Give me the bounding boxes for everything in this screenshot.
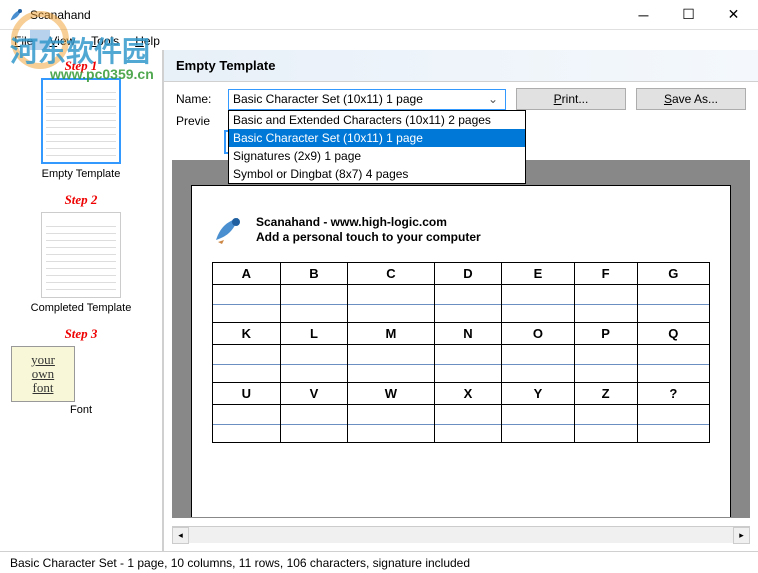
dropdown-option-3[interactable]: Symbol or Dingbat (8x7) 4 pages [229, 165, 525, 183]
menu-help[interactable]: Help [127, 32, 168, 48]
step3-thumbnail: your own font [11, 346, 75, 402]
menu-view[interactable]: View [41, 32, 83, 48]
dropdown-option-2[interactable]: Signatures (2x9) 1 page [229, 147, 525, 165]
menu-file[interactable]: File [6, 32, 41, 48]
step3-title: Step 3 [11, 326, 151, 342]
save-as-button[interactable]: Save As... [636, 88, 746, 110]
template-title: Scanahand - www.high-logic.com Add a per… [256, 215, 481, 245]
preview-area: Scanahand - www.high-logic.com Add a per… [172, 160, 750, 518]
name-dropdown-value: Basic Character Set (10x11) 1 page [233, 92, 423, 106]
scanahand-logo-icon [212, 214, 244, 246]
step2-title: Step 2 [11, 192, 151, 208]
step1-title: Step 1 [11, 58, 151, 74]
print-button[interactable]: Print... [516, 88, 626, 110]
maximize-button[interactable]: ☐ [666, 0, 711, 29]
table-row [213, 345, 710, 383]
titlebar: Scanahand ─ ☐ ✕ [0, 0, 758, 30]
step3-item[interactable]: Step 3 your own font Font [11, 326, 151, 416]
chevron-down-icon: ⌄ [485, 90, 501, 108]
step2-item[interactable]: Step 2 Completed Template [11, 192, 151, 314]
name-label: Name: [176, 92, 222, 106]
preview-label: Previe [176, 114, 210, 128]
dropdown-option-0[interactable]: Basic and Extended Characters (10x11) 2 … [229, 111, 525, 129]
dropdown-option-1[interactable]: Basic Character Set (10x11) 1 page [229, 129, 525, 147]
titlebar-title: Scanahand [30, 8, 621, 22]
statusbar: Basic Character Set - 1 page, 10 columns… [0, 551, 758, 573]
scroll-right-icon[interactable]: ▸ [733, 527, 750, 544]
char-grid: ABCDEFG KLMNOPQ UVWXYZ? [212, 262, 710, 443]
step1-item[interactable]: Step 1 Empty Template [11, 58, 151, 180]
minimize-button[interactable]: ─ [621, 0, 666, 29]
step1-thumbnail [41, 78, 121, 164]
close-button[interactable]: ✕ [711, 0, 756, 29]
scroll-left-icon[interactable]: ◂ [172, 527, 189, 544]
template-page: Scanahand - www.high-logic.com Add a per… [191, 185, 731, 517]
step3-label: Font [11, 404, 151, 416]
table-row: KLMNOPQ [213, 323, 710, 345]
sidebar: Step 1 Empty Template Step 2 Completed T… [0, 50, 163, 551]
app-icon [8, 7, 24, 23]
step1-label: Empty Template [11, 168, 151, 180]
step2-thumbnail [41, 212, 121, 298]
table-row: UVWXYZ? [213, 383, 710, 405]
horizontal-scrollbar[interactable]: ◂ ▸ [172, 526, 750, 543]
table-row [213, 285, 710, 323]
dropdown-list: Basic and Extended Characters (10x11) 2 … [228, 110, 526, 184]
panel-header: Empty Template [164, 50, 758, 82]
step2-label: Completed Template [11, 302, 151, 314]
menubar: File View Tools Help [0, 30, 758, 50]
table-row: ABCDEFG [213, 263, 710, 285]
preview-scroll[interactable]: Scanahand - www.high-logic.com Add a per… [173, 161, 749, 517]
table-row [213, 405, 710, 443]
menu-tools[interactable]: Tools [83, 32, 127, 48]
name-dropdown[interactable]: Basic Character Set (10x11) 1 page ⌄ Bas… [228, 89, 506, 110]
